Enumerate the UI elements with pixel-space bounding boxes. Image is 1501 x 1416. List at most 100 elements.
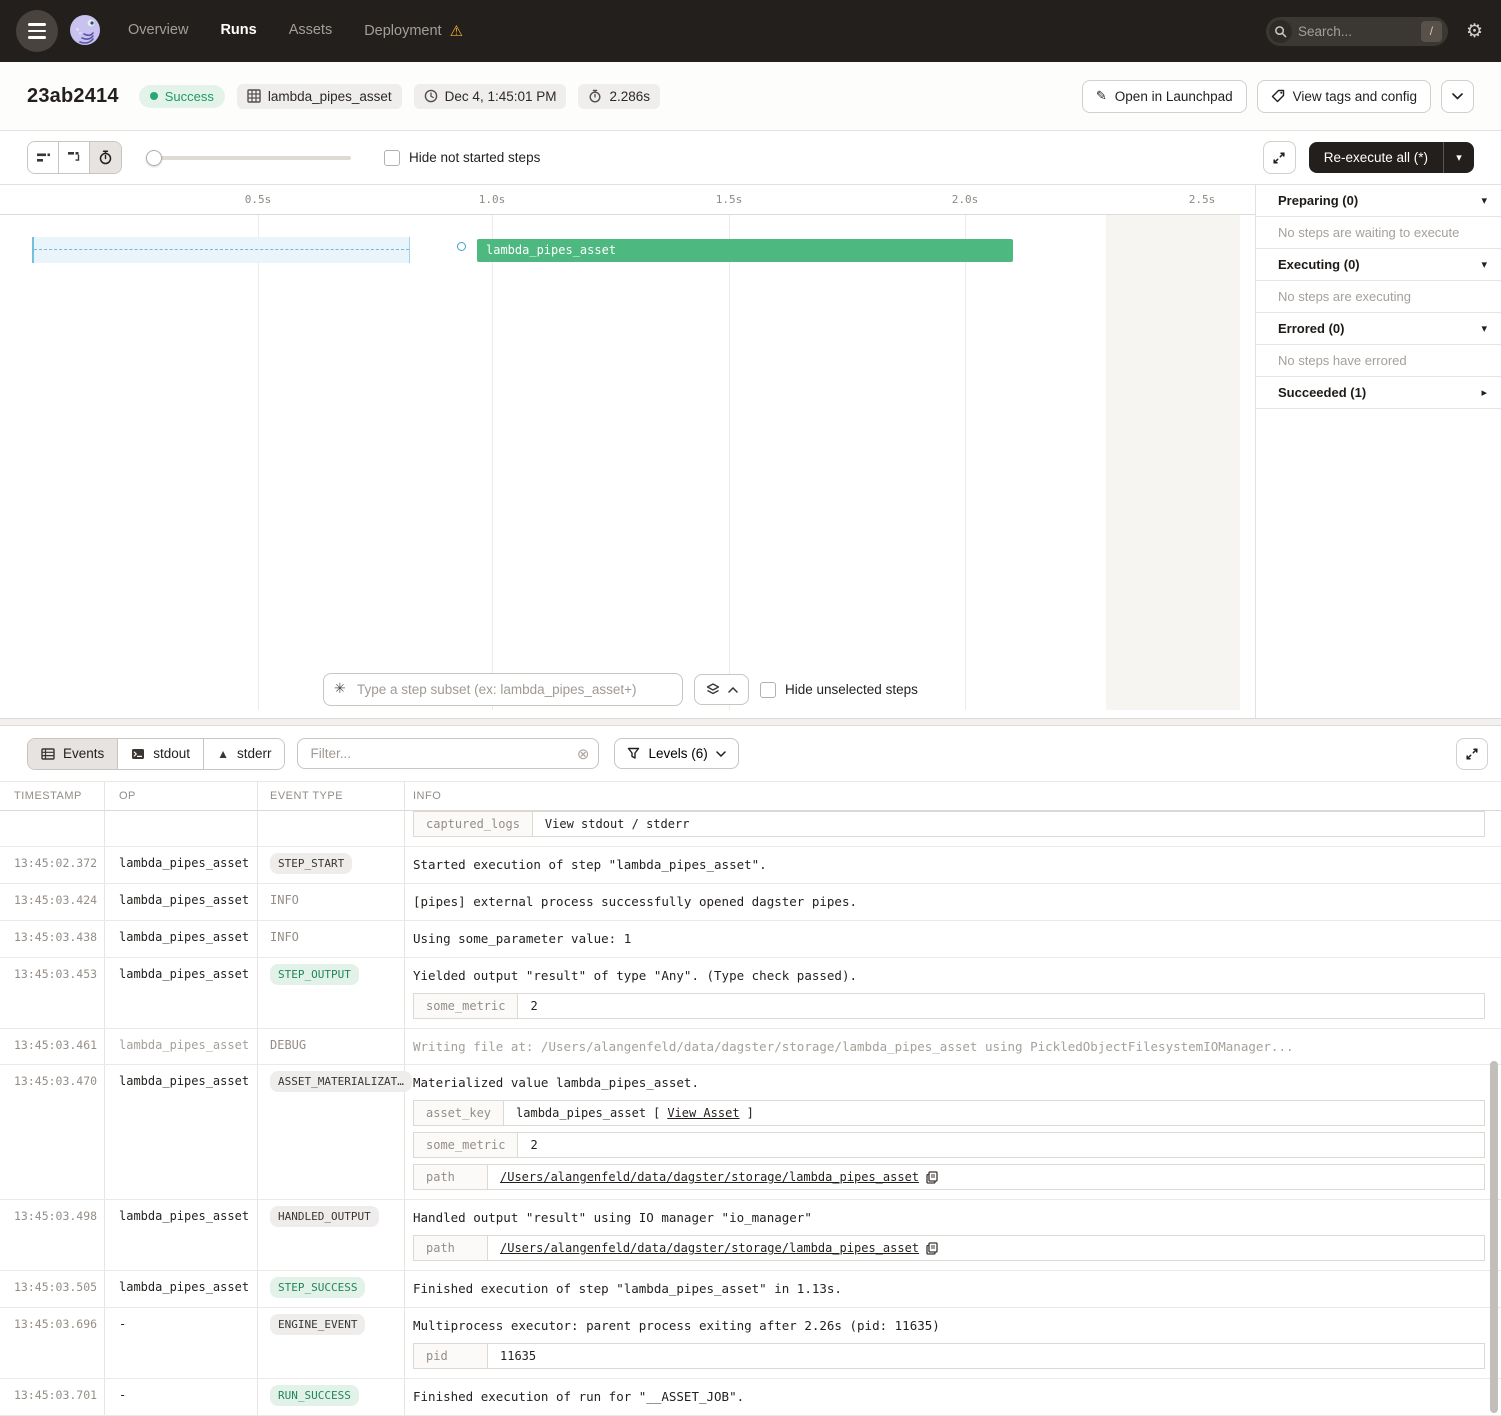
metadata-table: asset_keylambda_pipes_asset[View Asset]s… (413, 1100, 1485, 1190)
log-op: - (105, 1308, 258, 1378)
col-op: OP (105, 782, 258, 810)
log-op: lambda_pipes_asset (105, 1271, 258, 1307)
hide-not-started-checkbox[interactable] (384, 150, 400, 166)
waterfall-view-button[interactable] (59, 142, 90, 173)
log-row: 13:45:03.470lambda_pipes_assetASSET_MATE… (0, 1065, 1501, 1200)
levels-dropdown-button[interactable]: Levels (6) (614, 738, 738, 769)
log-timestamp: 13:45:03.505 (0, 1271, 105, 1307)
expand-icon (1272, 151, 1286, 165)
log-event-type: ENGINE_EVENT (258, 1308, 405, 1378)
metadata-key: captured_logs (414, 812, 533, 836)
hide-not-started-checkbox-row: Hide not started steps (384, 150, 540, 166)
log-event-type: INFO (258, 921, 405, 957)
log-info: Started execution of step "lambda_pipes_… (405, 847, 1501, 883)
log-info-text: Finished execution of run for "__ASSET_J… (413, 1385, 1485, 1406)
tab-stdout[interactable]: stdout (118, 739, 204, 769)
chevron-down-icon (1452, 93, 1463, 100)
metadata-value-text: 2 (530, 1138, 537, 1152)
slider-handle[interactable] (146, 150, 162, 166)
events-fullscreen-button[interactable] (1456, 738, 1488, 770)
section-errored[interactable]: Errored (0) ▾ (1256, 313, 1501, 345)
timed-view-button[interactable] (90, 142, 121, 173)
log-info: Materialized value lambda_pipes_asset.as… (405, 1065, 1501, 1199)
log-event-type: RUN_SUCCESS (258, 1379, 405, 1415)
global-search[interactable]: / (1266, 17, 1448, 46)
metadata-entry: some_metric2 (413, 993, 1485, 1019)
metadata-entry: path/Users/alangenfeld/data/dagster/stor… (413, 1235, 1485, 1261)
step-status-panel: Preparing (0) ▾ No steps are waiting to … (1256, 185, 1501, 718)
log-view-tabs: Events stdout ▲ stderr (27, 738, 285, 770)
copy-icon[interactable] (926, 1171, 938, 1184)
nav-item-deployment[interactable]: Deployment ⚠ (364, 22, 463, 40)
log-info-text: Finished execution of step "lambda_pipes… (413, 1277, 1485, 1298)
apply-subset-button[interactable] (694, 674, 749, 705)
beyond-duration-region (1106, 215, 1240, 710)
stderr-warning-icon: ▲ (217, 747, 229, 761)
clear-filter-icon[interactable]: ⊗ (577, 745, 590, 763)
bracket: [ (653, 1106, 660, 1120)
terminal-icon (131, 748, 145, 760)
metadata-value: 2 (518, 994, 549, 1018)
run-actions-dropdown-button[interactable] (1441, 80, 1474, 113)
stopwatch-view-icon (98, 150, 113, 165)
search-input[interactable] (1292, 24, 1421, 39)
flat-view-button[interactable] (28, 142, 59, 173)
metadata-path-link[interactable]: /Users/alangenfeld/data/dagster/storage/… (500, 1241, 919, 1255)
col-event-type: EVENT TYPE (258, 782, 405, 810)
metadata-key: asset_key (414, 1101, 504, 1125)
event-type-pill: INFO (270, 927, 299, 944)
log-timestamp (0, 811, 105, 846)
step-subset-input[interactable] (323, 673, 683, 706)
nav-item-runs[interactable]: Runs (220, 22, 256, 40)
slider-track[interactable] (146, 156, 351, 160)
tag-icon (1271, 89, 1285, 103)
section-executing[interactable]: Executing (0) ▾ (1256, 249, 1501, 281)
view-asset-link[interactable]: View Asset (667, 1106, 739, 1120)
col-info: INFO (405, 782, 1501, 810)
log-filter-field: ⊗ (297, 738, 599, 769)
metadata-value-text: View stdout / stderr (545, 817, 690, 831)
search-icon (1269, 20, 1292, 43)
gear-icon[interactable]: ⚙ (1466, 20, 1483, 43)
copy-icon[interactable] (926, 1242, 938, 1255)
top-nav: Overview Runs Assets Deployment ⚠ / ⚙ (0, 0, 1501, 62)
log-info: Handled output "result" using IO manager… (405, 1200, 1501, 1270)
log-row: 13:45:02.372lambda_pipes_assetSTEP_START… (0, 847, 1501, 884)
metadata-entry: pid11635 (413, 1343, 1485, 1369)
view-tags-config-button[interactable]: View tags and config (1257, 80, 1431, 113)
events-scrollbar-thumb[interactable] (1490, 1061, 1498, 1413)
dagster-logo-icon[interactable] (66, 12, 104, 50)
job-name-tag[interactable]: lambda_pipes_asset (237, 84, 402, 109)
nav-item-assets[interactable]: Assets (289, 22, 333, 40)
metadata-value[interactable]: View stdout / stderr (533, 812, 702, 836)
search-shortcut-badge: / (1421, 21, 1442, 42)
panel-resize-handle[interactable] (0, 718, 1501, 726)
hide-unselected-checkbox[interactable] (760, 682, 776, 698)
log-info-text: Started execution of step "lambda_pipes_… (413, 853, 1485, 874)
log-timestamp: 13:45:03.438 (0, 921, 105, 957)
flat-view-icon (36, 152, 51, 164)
section-succeeded[interactable]: Succeeded (1) ▸ (1256, 377, 1501, 409)
re-execute-dropdown-button[interactable]: ▾ (1443, 142, 1474, 173)
log-filter-input[interactable] (297, 738, 599, 769)
log-timestamp: 13:45:03.461 (0, 1029, 105, 1065)
metadata-path-link[interactable]: /Users/alangenfeld/data/dagster/storage/… (500, 1170, 919, 1184)
gantt-time-axis: 0.5s 1.0s 1.5s 2.0s 2.5s (0, 185, 1255, 215)
log-row: 13:45:03.461lambda_pipes_assetDEBUGWriti… (0, 1029, 1501, 1066)
gantt-step-bar[interactable]: lambda_pipes_asset (477, 239, 1013, 262)
events-toolbar: Events stdout ▲ stderr ⊗ Levels (6) (0, 726, 1501, 782)
section-preparing[interactable]: Preparing (0) ▾ (1256, 185, 1501, 217)
log-info: Using some_parameter value: 1 (405, 921, 1501, 957)
hamburger-menu-button[interactable] (16, 10, 58, 52)
re-execute-all-button[interactable]: Re-execute all (*) (1309, 142, 1443, 173)
op-selector-icon: ✳ (334, 680, 346, 697)
tab-stderr[interactable]: ▲ stderr (204, 739, 284, 769)
nav-item-overview[interactable]: Overview (128, 22, 188, 40)
gantt-view-toggle-group (27, 141, 122, 174)
open-in-launchpad-button[interactable]: ✎ Open in Launchpad (1082, 80, 1247, 113)
log-op: lambda_pipes_asset (105, 958, 258, 1028)
section-preparing-empty: No steps are waiting to execute (1256, 217, 1501, 249)
gantt-fullscreen-button[interactable] (1263, 141, 1296, 174)
chevron-up-icon (728, 687, 738, 693)
tab-events[interactable]: Events (28, 739, 118, 769)
